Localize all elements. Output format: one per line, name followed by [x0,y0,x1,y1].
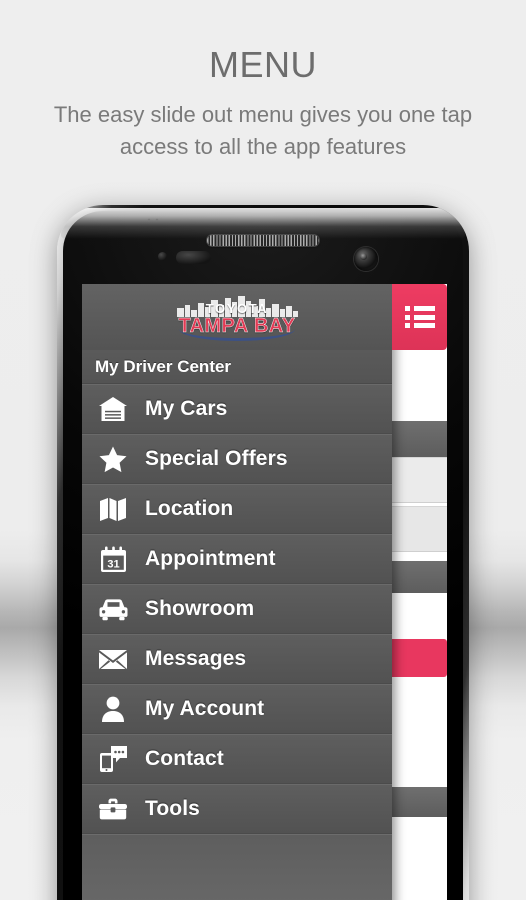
logo-brand-text: TOYOTA [205,300,269,316]
app-logo-bar: TOYOTA TAMPA BAY [82,284,392,350]
front-camera-icon [354,247,378,271]
page-subtitle: The easy slide out menu gives you one ta… [53,102,473,159]
toolbox-icon [96,792,130,826]
phone-body: Acc Em Log N [57,205,469,900]
drawer-section-header: My Driver Center [82,350,392,384]
earpiece-speaker-icon [207,235,319,246]
menu-item-label: My Account [145,697,265,720]
menu-item-tools[interactable]: Tools [82,784,392,834]
menu-item-messages[interactable]: Messages [82,634,392,684]
star-icon [96,442,130,476]
headline-block: MENU The easy slide out menu gives you o… [0,44,526,162]
map-icon [96,492,130,526]
drawer-menu-list: My Cars Special Offers Location 31 Appoi… [82,384,392,834]
menu-item-showroom[interactable]: Showroom [82,584,392,634]
phone-mockup: Acc Em Log N [57,205,469,900]
app-screen: Acc Em Log N [82,284,447,900]
calendar-icon: 31 [96,542,130,576]
menu-item-label: Contact [145,747,224,770]
menu-item-my-account[interactable]: My Account [82,684,392,734]
menu-item-contact[interactable]: Contact [82,734,392,784]
menu-item-label: Appointment [145,547,276,570]
page-title: MENU [209,44,317,85]
phone-chat-icon [96,742,130,776]
menu-toggle-button[interactable] [392,284,447,350]
menu-item-label: Showroom [145,597,255,620]
menu-item-location[interactable]: Location [82,484,392,534]
person-icon [96,692,130,726]
menu-item-label: Location [145,497,234,520]
menu-item-appointment[interactable]: 31 Appointment [82,534,392,584]
list-menu-icon [404,306,435,328]
menu-item-label: Special Offers [145,447,288,470]
car-icon [96,592,130,626]
light-sensor-icon [176,251,211,264]
menu-item-label: Messages [145,647,247,670]
menu-item-my-cars[interactable]: My Cars [82,384,392,434]
dealer-logo: TOYOTA TAMPA BAY [175,292,299,342]
envelope-icon [96,642,130,676]
calendar-day-number: 31 [107,558,119,570]
menu-item-label: My Cars [145,397,228,420]
menu-item-label: Tools [145,797,200,820]
logo-location-text: TAMPA BAY [178,314,296,337]
drawer-empty-space [82,834,392,900]
slide-out-menu-drawer: TOYOTA TAMPA BAY My Driver Center My Car… [82,284,392,900]
garage-icon [96,392,130,426]
menu-item-special-offers[interactable]: Special Offers [82,434,392,484]
proximity-sensor-icon [158,252,167,261]
